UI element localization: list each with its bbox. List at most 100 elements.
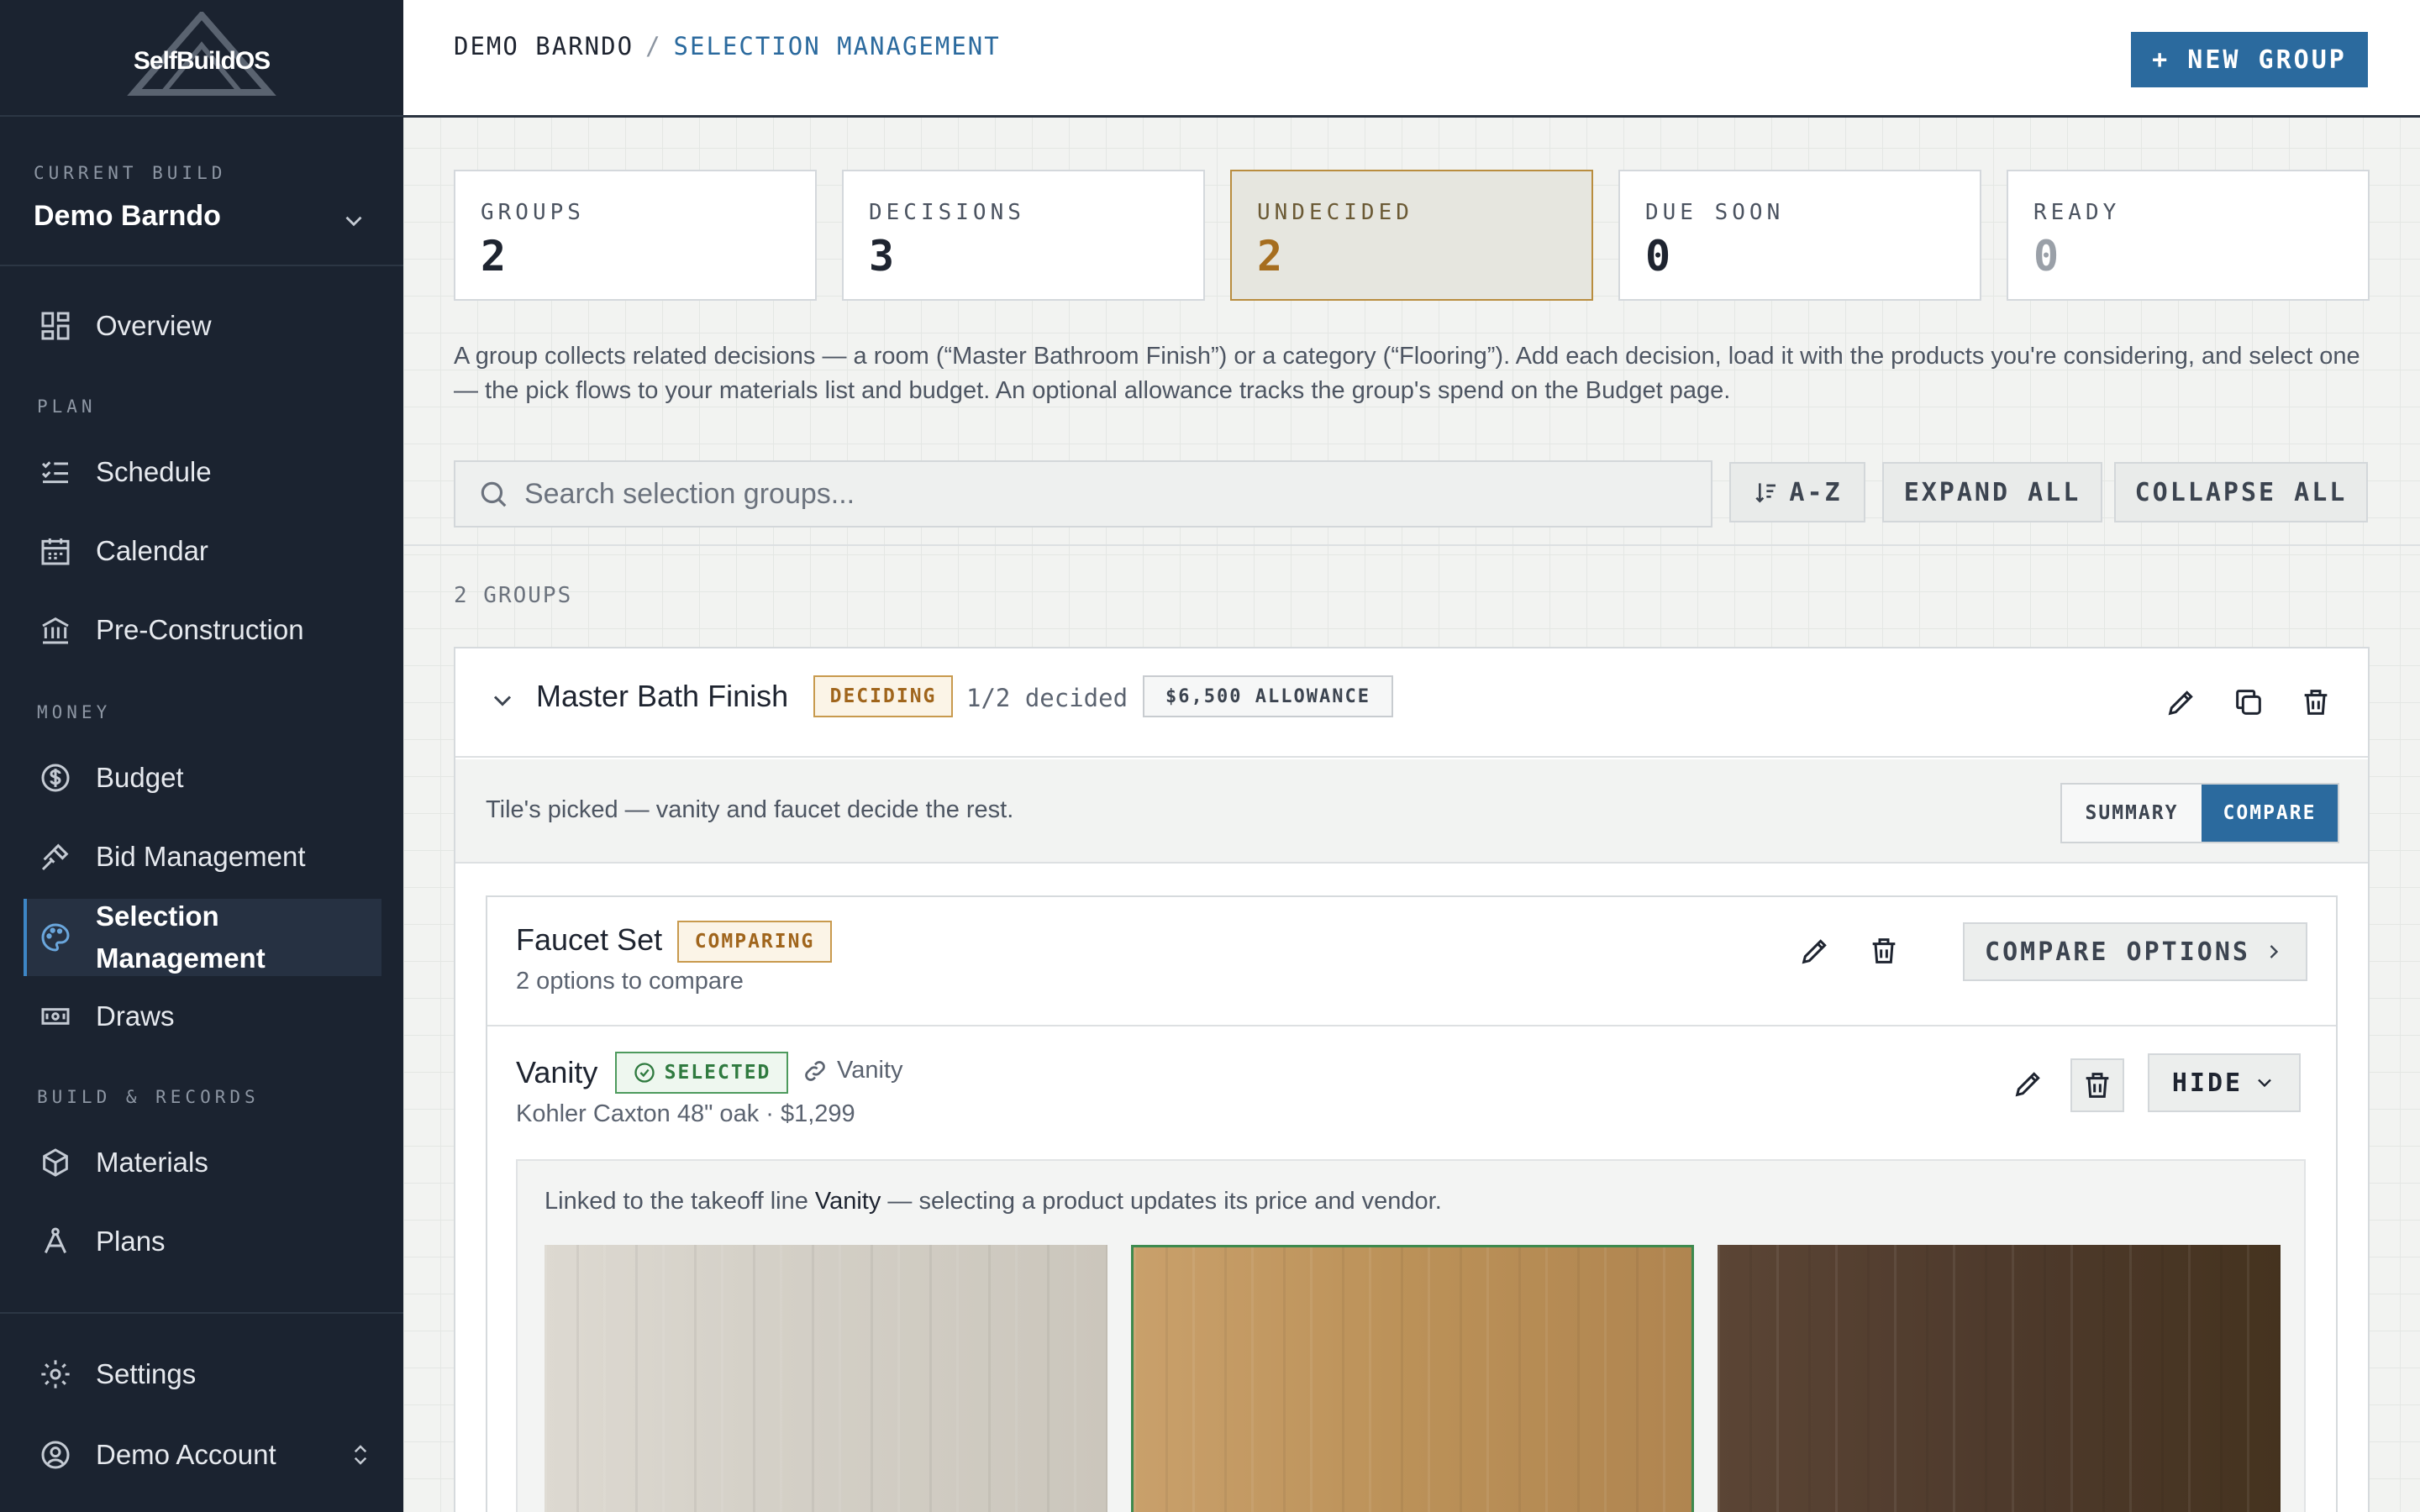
- sidebar-item-bid-management[interactable]: Bid Management: [24, 820, 381, 894]
- trash-icon: [1872, 938, 1896, 963]
- top-bar: DEMO BARNDO / SELECTION MANAGEMENT + NEW G…: [403, 0, 2420, 118]
- pencil-icon: [1802, 939, 1827, 964]
- status-badge: COMPARING: [677, 921, 832, 963]
- money-section-label: MONEY: [37, 702, 112, 722]
- account-menu[interactable]: Demo Account: [24, 1418, 381, 1492]
- decided-count: 1/2 decided: [966, 684, 1128, 712]
- breadcrumb: DEMO BARNDO / SELECTION MANAGEMENT: [454, 32, 1001, 60]
- page-description: A group collects related decisions — a r…: [454, 343, 2360, 404]
- group-subheader: Tile's picked — vanity and faucet decide…: [455, 759, 2368, 864]
- build-switcher[interactable]: [0, 117, 403, 266]
- chevron-down-icon[interactable]: [339, 207, 368, 235]
- stat-value: 0: [2033, 232, 2060, 281]
- product-option-image[interactable]: [544, 1245, 1107, 1512]
- tab-compare[interactable]: COMPARE: [2202, 785, 2338, 842]
- dollar-icon: [35, 758, 76, 798]
- sidebar-item-label: Materials: [96, 1147, 208, 1178]
- linked-note-suffix: — selecting a product updates its price …: [881, 1188, 1442, 1215]
- link-icon: [805, 1060, 825, 1081]
- build-name[interactable]: Demo Barndo: [34, 200, 221, 233]
- selection-group: Master Bath Finish DECIDING 1/2 decided …: [454, 647, 2370, 1512]
- delete-decision-button[interactable]: [1860, 927, 1907, 974]
- decision-subtitle: Kohler Caxton 48" oak · $1,299: [516, 1100, 855, 1127]
- stat-due-soon: DUE SOON 0: [1618, 170, 1981, 301]
- decision-title: Vanity: [516, 1055, 598, 1089]
- current-build-label: CURRENT BUILD: [34, 163, 227, 183]
- product-options-panel: Linked to the takeoff line Vanity — sele…: [516, 1159, 2306, 1512]
- product-option-image-selected[interactable]: [1131, 1245, 1694, 1512]
- search-box[interactable]: [454, 460, 1712, 528]
- logo[interactable]: SelfBuildOS: [0, 0, 403, 117]
- edit-decision-button[interactable]: [1791, 927, 1839, 974]
- tab-summary[interactable]: SUMMARY: [2062, 785, 2202, 842]
- stat-undecided[interactable]: UNDECIDED 2: [1230, 170, 1593, 301]
- delete-group-button[interactable]: [2292, 679, 2339, 726]
- breadcrumb-root[interactable]: DEMO BARNDO: [454, 32, 634, 60]
- sidebar-item-calendar[interactable]: Calendar: [24, 514, 381, 588]
- main-content: DEMO BARNDO / SELECTION MANAGEMENT + NEW G…: [403, 0, 2420, 1512]
- group-header[interactable]: Master Bath Finish DECIDING 1/2 decided …: [455, 648, 2368, 758]
- product-option-image[interactable]: [1718, 1245, 2281, 1512]
- sidebar-item-settings[interactable]: Settings: [24, 1337, 381, 1411]
- chevron-right-icon: [2270, 945, 2279, 958]
- sidebar-item-draws[interactable]: Draws: [24, 979, 381, 1053]
- linked-takeoff-note: Linked to the takeoff line Vanity — sele…: [544, 1188, 1442, 1215]
- edit-decision-button[interactable]: [2005, 1060, 2052, 1107]
- sidebar-item-budget[interactable]: Budget: [24, 741, 381, 815]
- search-icon: [481, 481, 507, 507]
- linked-note-prefix: Linked to the takeoff line: [544, 1188, 815, 1215]
- compare-options-button[interactable]: COMPARE OPTIONS: [1963, 922, 2307, 981]
- sidebar-item-label: Draws: [96, 1000, 175, 1032]
- sidebar: SelfBuildOS CURRENT BUILD Demo Barndo Ov…: [0, 0, 403, 1512]
- decision-title: Faucet Set: [516, 922, 663, 957]
- sort-label: A-Z: [1789, 477, 1843, 507]
- group-count: 2 GROUPS: [454, 583, 573, 608]
- check-circle-icon: [634, 1063, 655, 1083]
- stat-ready: READY 0: [2007, 170, 2370, 301]
- sidebar-item-preconstruction[interactable]: Pre-Construction: [24, 593, 381, 667]
- view-toggle: SUMMARY COMPARE: [2060, 783, 2339, 843]
- group-title: Master Bath Finish: [536, 679, 789, 713]
- stat-label: READY: [2033, 200, 2121, 225]
- breadcrumb-current: SELECTION MANAGEMENT: [673, 32, 1001, 60]
- stat-label: GROUPS: [481, 200, 585, 225]
- sort-button[interactable]: A-Z: [1729, 462, 1865, 522]
- collapse-all-button[interactable]: COLLAPSE ALL: [2114, 462, 2368, 522]
- cash-icon: [35, 996, 76, 1037]
- edit-group-button[interactable]: [2158, 679, 2205, 726]
- chevron-down-icon[interactable]: [487, 685, 518, 716]
- trash-icon: [2304, 690, 2328, 715]
- bank-icon: [35, 610, 76, 650]
- sort-icon: [1755, 483, 1776, 503]
- chevron-down-icon: [2258, 1079, 2271, 1088]
- stat-decisions: DECISIONS 3: [842, 170, 1205, 301]
- stat-value: 2: [481, 232, 507, 281]
- stat-value: 0: [1645, 232, 1671, 281]
- sidebar-item-label: Schedule: [96, 456, 212, 487]
- status-badge-label: SELECTED: [664, 1062, 771, 1084]
- hide-label: HIDE: [2171, 1068, 2244, 1098]
- sidebar-item-materials[interactable]: Materials: [24, 1126, 381, 1200]
- new-group-button[interactable]: + NEW GROUP: [2131, 32, 2368, 87]
- duplicate-group-button[interactable]: [2225, 679, 2272, 726]
- sidebar-item-label: Bid Management: [96, 841, 306, 872]
- calendar-icon: [35, 531, 76, 571]
- linked-takeoff[interactable]: Vanity: [802, 1057, 902, 1084]
- sidebar-item-selection-management[interactable]: Selection Management: [24, 899, 381, 976]
- pencil-icon: [2015, 1072, 2040, 1097]
- sidebar-item-label: Plans: [96, 1226, 166, 1257]
- linked-note-item: Vanity: [814, 1188, 881, 1215]
- sidebar-item-overview[interactable]: Overview: [24, 289, 381, 363]
- delete-decision-button[interactable]: [2070, 1058, 2124, 1112]
- hide-button[interactable]: HIDE: [2148, 1053, 2301, 1112]
- stat-value: 3: [869, 232, 895, 281]
- sidebar-item-label: Overview: [96, 310, 212, 341]
- account-name: Demo Account: [96, 1439, 276, 1470]
- sidebar-item-schedule[interactable]: Schedule: [24, 435, 381, 509]
- expand-all-button[interactable]: EXPAND ALL: [1882, 462, 2102, 522]
- sidebar-item-plans[interactable]: Plans: [24, 1205, 381, 1278]
- search-input[interactable]: [524, 477, 1684, 511]
- sidebar-item-label: Selection Management: [96, 900, 266, 974]
- stat-label: UNDECIDED: [1257, 200, 1413, 225]
- decision-subtitle: 2 options to compare: [516, 968, 744, 995]
